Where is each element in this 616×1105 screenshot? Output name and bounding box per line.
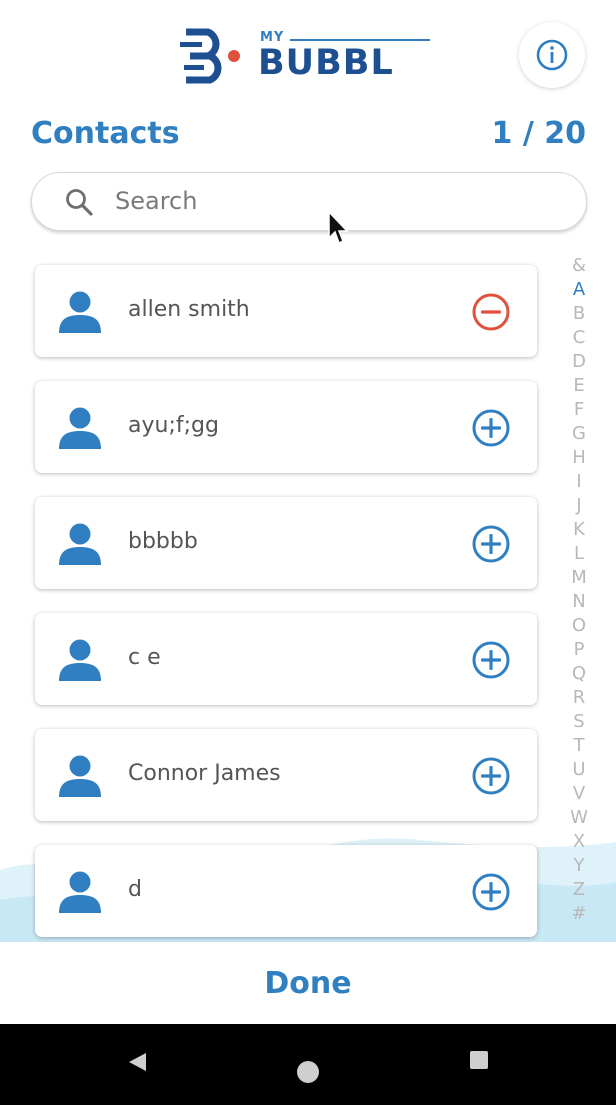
plus-circle-icon[interactable] [471, 640, 511, 680]
alphabet-letter[interactable]: Q [568, 662, 590, 686]
logo-divider [290, 39, 430, 41]
alphabet-letter[interactable]: W [568, 806, 590, 830]
alphabet-letter[interactable]: F [568, 398, 590, 422]
nav-recents-icon[interactable] [470, 1051, 488, 1069]
person-icon [59, 755, 101, 797]
mouse-cursor-icon [328, 210, 349, 245]
alphabet-letter[interactable]: C [568, 326, 590, 350]
alphabet-letter[interactable]: S [568, 710, 590, 734]
contact-name: Connor James [128, 761, 281, 786]
done-button[interactable]: Done [264, 966, 351, 1001]
alphabet-letter[interactable]: T [568, 734, 590, 758]
footer-bar: Done [0, 942, 616, 1024]
person-icon [59, 871, 101, 913]
info-button[interactable] [519, 22, 585, 88]
alphabet-letter[interactable]: L [568, 542, 590, 566]
alphabet-letter[interactable]: N [568, 590, 590, 614]
contact-name: d [128, 877, 142, 902]
search-placeholder: Search [115, 187, 198, 215]
contact-name: c e [128, 645, 161, 670]
contact-card[interactable]: Connor James [35, 729, 537, 821]
alphabet-letter[interactable]: Z [568, 878, 590, 902]
person-icon [59, 523, 101, 565]
plus-circle-icon[interactable] [471, 872, 511, 912]
contact-card[interactable]: c e [35, 613, 537, 705]
alphabet-letter[interactable]: U [568, 758, 590, 782]
alphabet-letter[interactable]: J [568, 494, 590, 518]
contact-name: allen smith [128, 297, 250, 322]
alphabet-letter[interactable]: H [568, 446, 590, 470]
alphabet-letter[interactable]: P [568, 638, 590, 662]
alphabet-letter[interactable]: Y [568, 854, 590, 878]
contact-card[interactable]: allen smith [35, 265, 537, 357]
plus-circle-icon[interactable] [471, 408, 511, 448]
alphabet-letter[interactable]: B [568, 302, 590, 326]
search-icon [66, 189, 93, 216]
contact-card[interactable]: bbbbb [35, 497, 537, 589]
alphabet-letter[interactable]: E [568, 374, 590, 398]
alphabet-letter[interactable]: D [568, 350, 590, 374]
selection-counter: 1 / 20 [491, 116, 586, 151]
alphabet-letter[interactable]: R [568, 686, 590, 710]
search-input[interactable]: Search [31, 172, 587, 231]
alphabet-letter[interactable]: V [568, 782, 590, 806]
person-icon [59, 639, 101, 681]
plus-circle-icon[interactable] [471, 524, 511, 564]
page-title: Contacts [31, 116, 180, 151]
system-nav-bar [0, 1024, 616, 1105]
info-circle-icon [536, 39, 568, 71]
alphabet-letter[interactable]: M [568, 566, 590, 590]
contact-name: ayu;f;gg [128, 413, 219, 438]
nav-home-icon[interactable] [297, 1061, 319, 1083]
alphabet-letter[interactable]: G [568, 422, 590, 446]
contact-card[interactable]: ayu;f;gg [35, 381, 537, 473]
alphabet-letter[interactable]: & [568, 254, 590, 278]
nav-back-icon[interactable] [126, 1051, 148, 1073]
app-logo: MY BUBBL [178, 26, 434, 86]
alphabet-letter[interactable]: # [568, 902, 590, 926]
minus-circle-icon[interactable] [471, 292, 511, 332]
logo-big-text: BUBBL [258, 43, 394, 83]
alphabet-letter[interactable]: X [568, 830, 590, 854]
bubbl-logo-mark-icon [180, 28, 240, 84]
person-icon [59, 407, 101, 449]
person-icon [59, 291, 101, 333]
contact-name: bbbbb [128, 529, 198, 554]
alphabet-letter[interactable]: I [568, 470, 590, 494]
alphabet-index[interactable]: & A B C D E F G H I J K L M N O P Q R S T U V W X Y Z # [568, 254, 590, 926]
alphabet-letter[interactable]: O [568, 614, 590, 638]
alphabet-letter[interactable]: K [568, 518, 590, 542]
alphabet-letter[interactable]: A [568, 278, 590, 302]
plus-circle-icon[interactable] [471, 756, 511, 796]
contact-card[interactable]: d [35, 845, 537, 937]
